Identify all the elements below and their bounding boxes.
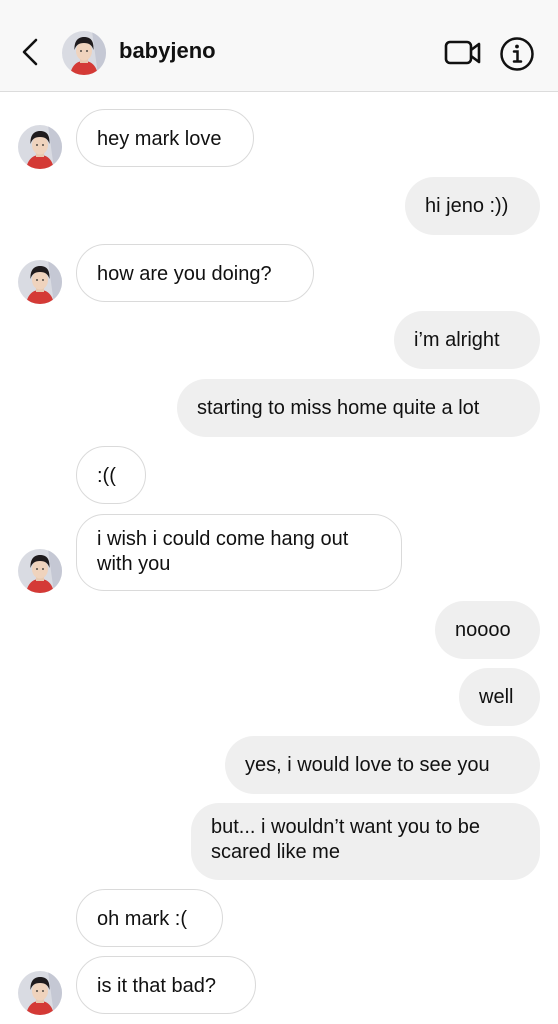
message-incoming[interactable]: :(( (76, 446, 146, 504)
avatar[interactable] (62, 31, 106, 75)
username[interactable]: babyjeno (119, 38, 216, 64)
video-call-button[interactable] (443, 36, 483, 70)
back-button[interactable] (14, 34, 48, 70)
message-outgoing[interactable]: noooo (435, 601, 540, 659)
message-outgoing[interactable]: but... i wouldn’t want you to be scared … (191, 803, 540, 880)
avatar[interactable] (18, 260, 62, 304)
info-button[interactable] (498, 35, 536, 73)
avatar[interactable] (18, 125, 62, 169)
message-incoming[interactable]: hey mark love (76, 109, 254, 167)
message-outgoing[interactable]: hi jeno :)) (405, 177, 540, 235)
chat-header: babyjeno (0, 0, 558, 92)
message-outgoing[interactable]: well (459, 668, 540, 726)
avatar[interactable] (18, 971, 62, 1015)
avatar[interactable] (18, 549, 62, 593)
message-outgoing[interactable]: yes, i would love to see you (225, 736, 540, 794)
message-incoming[interactable]: how are you doing? (76, 244, 314, 302)
message-incoming[interactable]: oh mark :( (76, 889, 223, 947)
message-outgoing[interactable]: starting to miss home quite a lot (177, 379, 540, 437)
video-camera-icon (444, 40, 481, 65)
chevron-left-icon (22, 38, 38, 66)
message-incoming[interactable]: i wish i could come hang out with you (76, 514, 402, 591)
message-outgoing[interactable]: i’m alright (394, 311, 540, 369)
info-icon (500, 37, 534, 71)
message-incoming[interactable]: is it that bad? (76, 956, 256, 1014)
